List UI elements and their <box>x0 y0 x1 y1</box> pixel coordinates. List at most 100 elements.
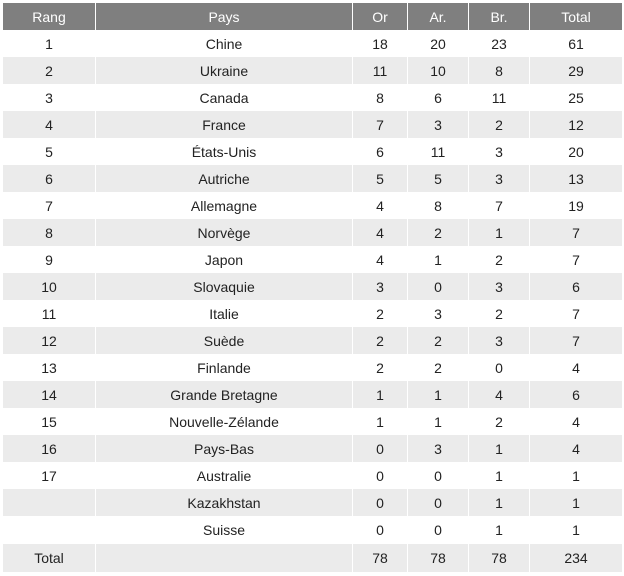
cell-or: 0 <box>353 435 408 462</box>
table-row: 10 Slovaquie 3 0 3 6 <box>3 273 622 300</box>
header-or: Or <box>353 3 408 30</box>
cell-br: 2 <box>469 111 530 138</box>
table-row: 8 Norvège 4 2 1 7 <box>3 219 622 246</box>
total-pays-cell <box>96 543 353 572</box>
cell-total: 1 <box>530 489 622 516</box>
cell-rang: 16 <box>3 435 96 462</box>
cell-ar: 8 <box>408 192 469 219</box>
table-row: 4 France 7 3 2 12 <box>3 111 622 138</box>
cell-pays: Suède <box>96 327 353 354</box>
table-row: 2 Ukraine 11 10 8 29 <box>3 57 622 84</box>
cell-pays: Italie <box>96 300 353 327</box>
cell-ar: 11 <box>408 138 469 165</box>
cell-or: 7 <box>353 111 408 138</box>
cell-ar: 3 <box>408 111 469 138</box>
cell-total: 7 <box>530 219 622 246</box>
cell-total: 4 <box>530 435 622 462</box>
table-row: 7 Allemagne 4 8 7 19 <box>3 192 622 219</box>
table-row: 5 États-Unis 6 11 3 20 <box>3 138 622 165</box>
cell-rang <box>3 516 96 543</box>
cell-br: 1 <box>469 219 530 246</box>
cell-or: 18 <box>353 30 408 57</box>
medal-table: Rang Pays Or Ar. Br. Total 1 Chine 18 20 23 6… <box>3 3 622 572</box>
cell-total: 7 <box>530 246 622 273</box>
cell-pays: Finlande <box>96 354 353 381</box>
cell-ar: 6 <box>408 84 469 111</box>
medal-table-container: Rang Pays Or Ar. Br. Total 1 Chine 18 20 23 6… <box>0 0 624 572</box>
cell-or: 11 <box>353 57 408 84</box>
cell-ar: 2 <box>408 354 469 381</box>
header-total: Total <box>530 3 622 30</box>
cell-br: 1 <box>469 462 530 489</box>
cell-total: 7 <box>530 327 622 354</box>
cell-rang: 11 <box>3 300 96 327</box>
cell-total: 6 <box>530 381 622 408</box>
cell-rang: 3 <box>3 84 96 111</box>
cell-br: 2 <box>469 246 530 273</box>
cell-rang: 2 <box>3 57 96 84</box>
cell-pays: Japon <box>96 246 353 273</box>
cell-ar: 0 <box>408 273 469 300</box>
cell-rang <box>3 489 96 516</box>
cell-br: 7 <box>469 192 530 219</box>
cell-ar: 1 <box>408 246 469 273</box>
cell-br: 0 <box>469 354 530 381</box>
cell-total: 4 <box>530 408 622 435</box>
total-or: 78 <box>353 543 408 572</box>
table-row: 9 Japon 4 1 2 7 <box>3 246 622 273</box>
cell-pays: États-Unis <box>96 138 353 165</box>
header-row: Rang Pays Or Ar. Br. Total <box>3 3 622 30</box>
cell-ar: 3 <box>408 300 469 327</box>
cell-ar: 0 <box>408 462 469 489</box>
table-body: 1 Chine 18 20 23 61 2 Ukraine 11 10 8 29 3 Canada 8 6 11… <box>3 30 622 543</box>
cell-pays: Pays-Bas <box>96 435 353 462</box>
table-row: 11 Italie 2 3 2 7 <box>3 300 622 327</box>
cell-total: 12 <box>530 111 622 138</box>
cell-or: 2 <box>353 354 408 381</box>
table-row: 1 Chine 18 20 23 61 <box>3 30 622 57</box>
cell-br: 11 <box>469 84 530 111</box>
cell-total: 13 <box>530 165 622 192</box>
cell-br: 1 <box>469 489 530 516</box>
cell-pays: Australie <box>96 462 353 489</box>
cell-or: 0 <box>353 489 408 516</box>
cell-ar: 2 <box>408 327 469 354</box>
cell-br: 3 <box>469 165 530 192</box>
cell-br: 3 <box>469 138 530 165</box>
cell-pays: Allemagne <box>96 192 353 219</box>
total-ar: 78 <box>408 543 469 572</box>
cell-rang: 17 <box>3 462 96 489</box>
cell-pays: Ukraine <box>96 57 353 84</box>
table-row: 12 Suède 2 2 3 7 <box>3 327 622 354</box>
cell-pays: Nouvelle-Zélande <box>96 408 353 435</box>
cell-or: 2 <box>353 327 408 354</box>
table-row: 14 Grande Bretagne 1 1 4 6 <box>3 381 622 408</box>
cell-ar: 5 <box>408 165 469 192</box>
table-row: 15 Nouvelle-Zélande 1 1 2 4 <box>3 408 622 435</box>
cell-ar: 3 <box>408 435 469 462</box>
cell-or: 0 <box>353 462 408 489</box>
cell-pays: France <box>96 111 353 138</box>
cell-or: 1 <box>353 381 408 408</box>
header-rang: Rang <box>3 3 96 30</box>
table-row: Suisse 0 0 1 1 <box>3 516 622 543</box>
table-row: Kazakhstan 0 0 1 1 <box>3 489 622 516</box>
cell-total: 6 <box>530 273 622 300</box>
header-pays: Pays <box>96 3 353 30</box>
cell-or: 8 <box>353 84 408 111</box>
cell-pays: Chine <box>96 30 353 57</box>
total-label: Total <box>3 543 96 572</box>
cell-or: 2 <box>353 300 408 327</box>
cell-br: 4 <box>469 381 530 408</box>
table-row: 3 Canada 8 6 11 25 <box>3 84 622 111</box>
cell-br: 3 <box>469 273 530 300</box>
header-br: Br. <box>469 3 530 30</box>
cell-br: 1 <box>469 516 530 543</box>
cell-pays: Kazakhstan <box>96 489 353 516</box>
cell-total: 29 <box>530 57 622 84</box>
cell-rang: 8 <box>3 219 96 246</box>
cell-rang: 4 <box>3 111 96 138</box>
table-footer: Total 78 78 78 234 <box>3 543 622 572</box>
cell-rang: 13 <box>3 354 96 381</box>
cell-ar: 1 <box>408 381 469 408</box>
